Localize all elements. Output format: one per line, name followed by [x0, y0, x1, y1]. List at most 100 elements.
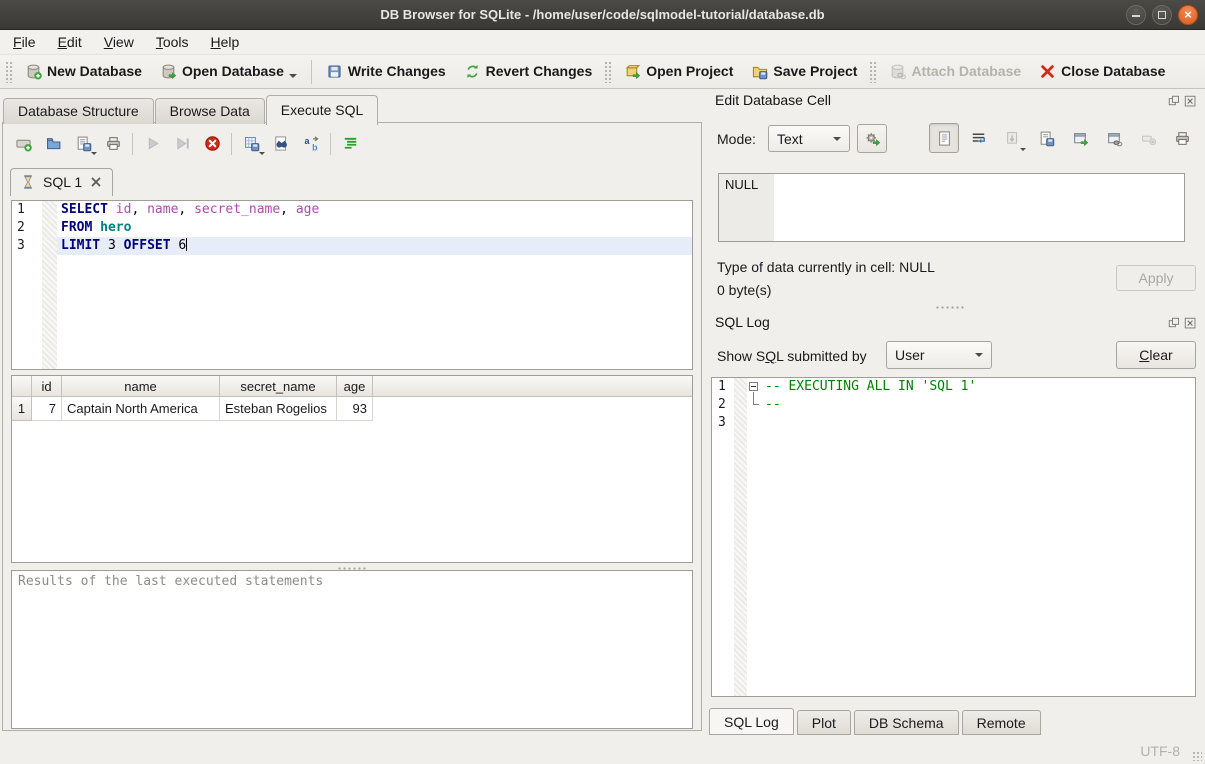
fold-end-icon [753, 395, 759, 405]
cell-age[interactable]: 93 [337, 397, 373, 421]
cell-editor-gutter: NULL [719, 174, 774, 241]
float-panel-icon[interactable] [1168, 95, 1181, 108]
write-changes-button[interactable]: Write Changes [317, 59, 455, 85]
mode-select[interactable]: Text [768, 125, 850, 152]
auto-switch-mode-button[interactable] [857, 124, 887, 153]
results-message-area[interactable]: Results of the last executed statements [11, 570, 693, 729]
cell-name[interactable]: Captain North America [62, 397, 220, 421]
sql-token: LIMIT [61, 238, 100, 253]
encoding-indicator[interactable]: UTF-8 [1140, 743, 1180, 759]
new-sql-tab-button[interactable] [8, 130, 38, 157]
revert-changes-button[interactable]: Revert Changes [455, 59, 602, 85]
stop-execution-button[interactable] [197, 130, 227, 157]
print-sql-button[interactable] [98, 130, 128, 157]
table-row[interactable]: 17Captain North AmericaEsteban Rogelios9… [12, 397, 692, 421]
log-filter-select[interactable]: User [886, 341, 992, 369]
table-corner-cell[interactable] [12, 376, 32, 397]
new-database-button[interactable]: New Database [16, 59, 151, 85]
tab-browse-data[interactable]: Browse Data [155, 98, 265, 124]
column-header-name[interactable]: name [62, 376, 220, 397]
tab-database-structure[interactable]: Database Structure [3, 98, 154, 124]
close-button[interactable]: × [1178, 5, 1198, 25]
toolbar-drag-handle[interactable] [604, 61, 612, 83]
resize-grip[interactable] [1192, 751, 1202, 761]
column-header-age[interactable]: age [337, 376, 373, 397]
menu-edit[interactable]: Edit [47, 32, 93, 52]
open-url-button[interactable] [1099, 123, 1129, 153]
print-cell-button[interactable] [1167, 123, 1197, 153]
close-panel-icon[interactable] [1184, 95, 1197, 108]
menu-view[interactable]: View [93, 32, 145, 52]
clear-log-button[interactable]: Clear [1116, 341, 1196, 369]
fold-marker [747, 396, 763, 414]
sql-file-tab[interactable]: SQL 1 [10, 168, 113, 196]
open-project-button[interactable]: Open Project [615, 59, 742, 85]
word-wrap-icon [970, 130, 987, 147]
cell-secret-name[interactable]: Esteban Rogelios [220, 397, 337, 421]
cell-id[interactable]: 7 [32, 397, 62, 421]
execute-all-button[interactable] [137, 130, 167, 157]
dock-splitter-handle[interactable] [935, 305, 965, 309]
save-project-button[interactable]: Save Project [742, 59, 866, 85]
editor-code-line[interactable]: LIMIT 3 OFFSET 6 [57, 237, 692, 255]
execute-all-icon [144, 135, 161, 152]
sql-editor[interactable]: 1SELECT id, name, secret_name, age2FROM … [11, 200, 693, 370]
attach-database-button[interactable]: Attach Database [880, 59, 1030, 85]
word-wrap-button[interactable] [963, 123, 993, 153]
execute-current-line-button[interactable] [167, 130, 197, 157]
menu-file[interactable]: File [2, 32, 47, 52]
toolbar-drag-handle[interactable] [5, 61, 13, 83]
open-in-external-app-button[interactable] [1065, 123, 1095, 153]
row-number-cell[interactable]: 1 [12, 397, 32, 421]
cell-value-editor[interactable]: NULL [718, 173, 1185, 242]
close-panel-icon[interactable] [1184, 317, 1197, 330]
sql-file-tab-label: SQL 1 [43, 174, 82, 190]
column-header-secret-name[interactable]: secret_name [220, 376, 337, 397]
sql-log-view[interactable]: 1-- EXECUTING ALL IN 'SQL 1'2--3 [711, 377, 1196, 697]
import-data-button[interactable] [997, 123, 1027, 153]
column-header-id[interactable]: id [32, 376, 62, 397]
maximize-button[interactable] [1152, 5, 1172, 25]
fold-marker[interactable] [747, 378, 763, 396]
results-table: idnamesecret_nameage17Captain North Amer… [11, 375, 693, 563]
float-panel-icon[interactable] [1168, 317, 1181, 330]
close-tab-icon[interactable] [89, 175, 103, 189]
editor-code-line[interactable]: FROM hero [57, 219, 692, 237]
text-mode-button[interactable] [929, 123, 959, 153]
minimize-icon [1132, 15, 1140, 17]
close-database-button[interactable]: Close Database [1030, 59, 1174, 85]
menu-tools[interactable]: Tools [145, 32, 200, 52]
sql-token [92, 220, 100, 235]
toolbar-drag-handle[interactable] [869, 61, 877, 83]
tab-execute-sql[interactable]: Execute SQL [266, 95, 379, 125]
open-database-icon [160, 63, 177, 80]
table-header-filler [373, 376, 692, 397]
fold-collapse-icon[interactable] [749, 382, 758, 391]
dock-tab-plot[interactable]: Plot [797, 710, 851, 735]
toolbar-button-label: Revert Changes [486, 63, 593, 80]
apply-button[interactable]: Apply [1116, 265, 1196, 291]
format-sql-button[interactable] [335, 130, 365, 157]
editor-code-line[interactable]: SELECT id, name, secret_name, age [57, 201, 692, 219]
sql-token: age [296, 202, 319, 217]
open-database-button[interactable]: Open Database [151, 59, 306, 85]
titlebar[interactable]: DB Browser for SQLite - /home/user/code/… [0, 0, 1205, 30]
cell-value: NULL [725, 177, 758, 192]
save-results-button[interactable] [236, 130, 266, 157]
toolbar-button-label: Save Project [773, 63, 857, 80]
find-replace-button[interactable]: ab [296, 130, 326, 157]
save-sql-file-button[interactable] [68, 130, 98, 157]
set-as-null-button[interactable] [1133, 123, 1163, 153]
export-data-button[interactable] [1031, 123, 1061, 153]
menu-help[interactable]: Help [200, 32, 251, 52]
dock-tab-sql-log[interactable]: SQL Log [709, 708, 794, 735]
minimize-button[interactable] [1126, 5, 1146, 25]
dock-tab-remote[interactable]: Remote [962, 710, 1041, 735]
open-sql-file-button[interactable] [38, 130, 68, 157]
export-data-icon [1038, 130, 1055, 147]
sql-token: id [116, 202, 132, 217]
find-button[interactable] [266, 130, 296, 157]
sql-token: 6 [171, 238, 187, 253]
dock-tab-db-schema[interactable]: DB Schema [854, 710, 959, 735]
edit-cell-dock-buttons [1168, 95, 1197, 108]
